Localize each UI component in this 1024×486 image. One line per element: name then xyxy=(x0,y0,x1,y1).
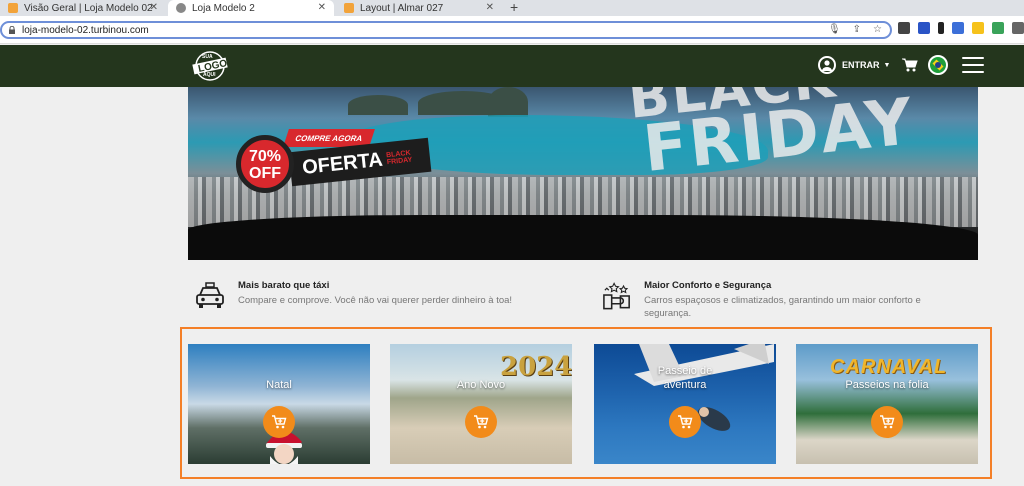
extension-icon[interactable] xyxy=(1012,22,1024,34)
safety-icon xyxy=(603,282,630,310)
add-to-cart-button[interactable] xyxy=(871,406,903,438)
card-title: Ano Novo xyxy=(456,379,506,391)
hamburger-menu-icon[interactable] xyxy=(962,57,985,73)
feature-comfort: Maior Conforto e Segurança Carros espaço… xyxy=(601,280,961,320)
feature-desc: Compare e comprove. Você não vai querer … xyxy=(238,295,513,306)
card-title: Passeio de aventura xyxy=(657,365,713,391)
card-title: Passeios na folia xyxy=(845,379,929,391)
tab-favicon-icon xyxy=(8,3,18,13)
tab-favicon-icon xyxy=(344,3,354,13)
feature-desc: Carros espaçosos e climatizados, garanti… xyxy=(644,295,921,319)
user-icon[interactable] xyxy=(818,56,836,74)
close-tab-icon[interactable]: ✕ xyxy=(486,2,494,13)
tab-visao-geral[interactable]: Visão Geral | Loja Modelo 02 ✕ xyxy=(0,0,166,16)
card-carnaval[interactable]: CARNAVAL Passeios na folia xyxy=(796,344,978,464)
brazil-flag-icon[interactable] xyxy=(928,55,949,75)
black-friday-banner[interactable]: BLACK FRIDAY COMPRE AGORA OFERTA BLACK FR… xyxy=(188,87,978,260)
skydiving-decoration xyxy=(634,344,774,431)
tab-layout-almar[interactable]: Layout | Almar 027 ✕ xyxy=(336,0,502,16)
discount-off: OFF xyxy=(249,165,281,182)
add-to-cart-button[interactable] xyxy=(263,406,295,438)
close-tab-icon[interactable]: ✕ xyxy=(150,2,158,13)
feature-title: Mais barato que táxi xyxy=(238,280,330,291)
cart-plus-icon xyxy=(880,415,895,429)
eyedropper-icon[interactable] xyxy=(938,22,944,34)
url-text: loja-modelo-02.turbinou.com xyxy=(22,24,149,36)
extension-icon[interactable] xyxy=(952,22,964,34)
microphone-icon[interactable]: 🎙 xyxy=(828,24,841,35)
cart-plus-icon xyxy=(474,415,489,429)
taxi-icon xyxy=(196,282,224,308)
card-title: Natal xyxy=(266,379,292,391)
tab-loja-modelo-2[interactable]: Loja Modelo 2 ✕ xyxy=(168,0,334,16)
extensions-toolbar xyxy=(898,22,1024,34)
site-header: SUA LOGO AQUI ENTRAR ▼ xyxy=(0,45,1024,87)
add-to-cart-button[interactable] xyxy=(465,406,497,438)
cart-plus-icon xyxy=(678,415,693,429)
star-icon[interactable]: ☆ xyxy=(873,24,882,35)
feature-title: Maior Conforto e Segurança xyxy=(644,280,772,291)
globe-icon xyxy=(176,3,186,13)
extension-icon[interactable] xyxy=(972,22,984,34)
share-icon[interactable]: ⇪ xyxy=(853,24,861,35)
login-button[interactable]: ENTRAR xyxy=(842,60,880,70)
offer-text: OFERTA xyxy=(301,148,384,179)
cart-icon[interactable] xyxy=(902,58,919,72)
black-friday-small: BLACK FRIDAY xyxy=(385,149,413,167)
carnaval-overlay: CARNAVAL xyxy=(830,356,948,378)
chevron-down-icon[interactable]: ▼ xyxy=(884,62,891,69)
tab-title: Visão Geral | Loja Modelo 02 xyxy=(24,2,153,14)
discount-value: 70% xyxy=(248,148,282,165)
address-bar-area: loja-modelo-02.turbinou.com 🎙 ⇪ ☆ xyxy=(0,16,1024,44)
extension-icon[interactable] xyxy=(992,22,1004,34)
cart-plus-icon xyxy=(272,415,287,429)
extension-icon[interactable] xyxy=(918,22,930,34)
feature-cheaper: Mais barato que táxi Compare e comprove.… xyxy=(194,280,554,312)
discount-badge: 70% OFF xyxy=(236,135,294,193)
add-to-cart-button[interactable] xyxy=(669,406,701,438)
lock-icon xyxy=(9,26,15,34)
tab-title: Layout | Almar 027 xyxy=(360,2,444,14)
card-ano-novo[interactable]: 2024 Ano Novo xyxy=(390,344,572,464)
tab-title: Loja Modelo 2 xyxy=(192,2,255,14)
card-natal[interactable]: Natal xyxy=(188,344,370,464)
logo[interactable] xyxy=(190,51,230,81)
browser-tab-bar: Visão Geral | Loja Modelo 02 ✕ Loja Mode… xyxy=(0,0,1024,16)
card-passeio-aventura[interactable]: Passeio de aventura xyxy=(594,344,776,464)
url-input[interactable]: loja-modelo-02.turbinou.com 🎙 ⇪ ☆ xyxy=(0,21,892,39)
extension-icon[interactable] xyxy=(898,22,910,34)
close-tab-icon[interactable]: ✕ xyxy=(318,2,326,13)
new-tab-button[interactable]: + xyxy=(510,0,518,14)
